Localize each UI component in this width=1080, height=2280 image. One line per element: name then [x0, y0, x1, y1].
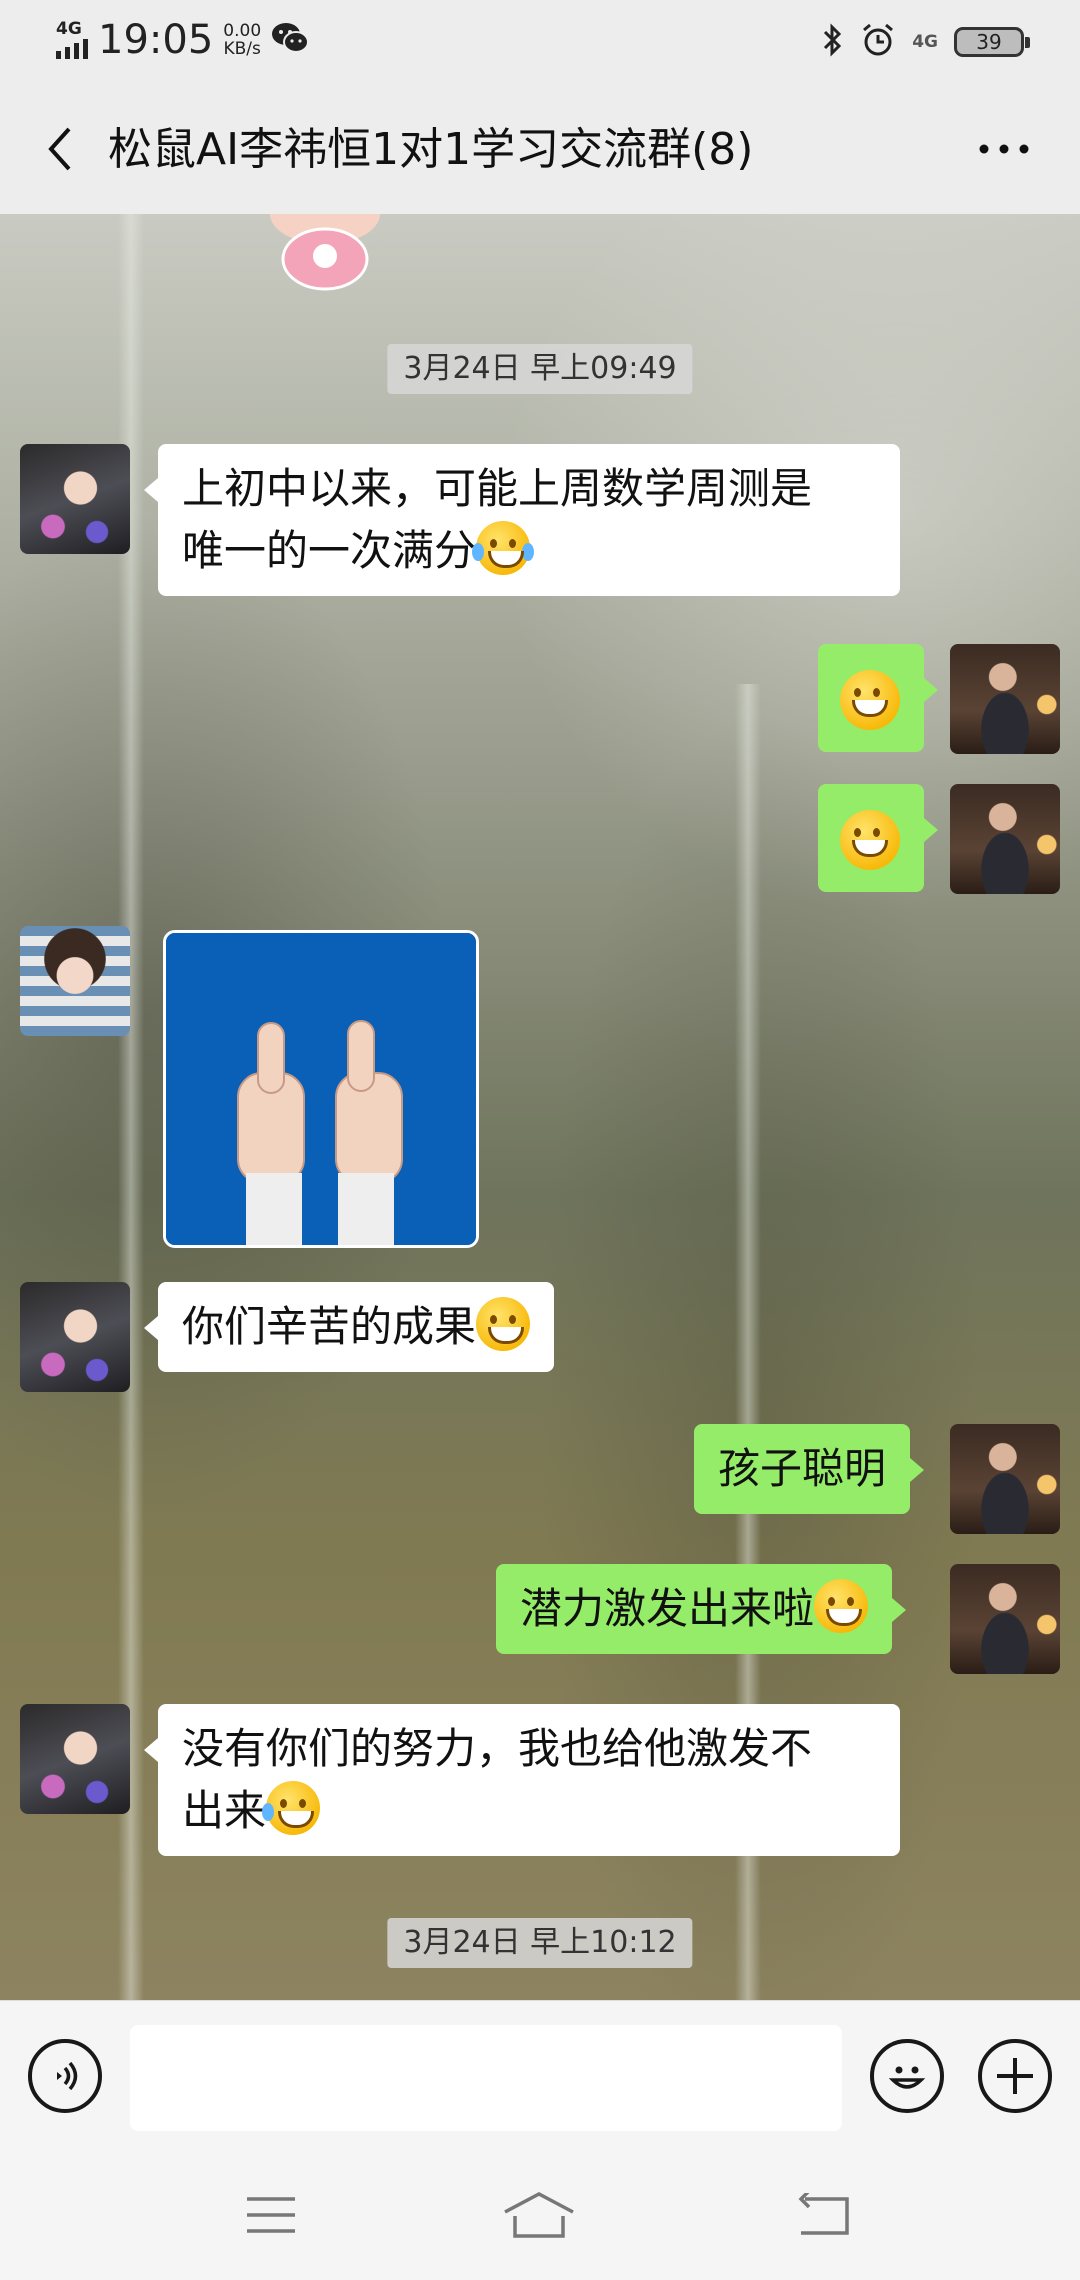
message-text: 上初中以来，可能上周数学周测是: [182, 464, 813, 513]
message-text: 没有你们的努力，我也给他激发不: [182, 1724, 813, 1773]
message-bubble[interactable]: 潜力激发出来啦: [496, 1564, 907, 1654]
signal-icon: 4G: [56, 21, 88, 59]
bluetooth-icon: [822, 23, 844, 61]
home-button[interactable]: [494, 2180, 584, 2250]
timestamp: 3月24日 早上09:49: [387, 344, 693, 394]
battery-level: 39: [976, 30, 1002, 54]
home-icon: [504, 2192, 574, 2238]
alarm-icon: [860, 22, 896, 62]
mobile-data-icon: 4G: [912, 32, 938, 52]
back-button[interactable]: [30, 119, 90, 179]
more-button[interactable]: [964, 119, 1044, 179]
message-input[interactable]: [130, 2025, 842, 2131]
grinning-face-emoji: [814, 1579, 869, 1633]
menu-button[interactable]: [226, 2180, 316, 2250]
laughing-tears-emoji: [472, 521, 535, 575]
back-nav-button[interactable]: [778, 2180, 868, 2250]
message-text: 潜力激发出来啦: [520, 1584, 815, 1633]
timestamp: 3月24日 早上10:12: [387, 1918, 693, 1968]
battery-icon: 39: [954, 27, 1030, 57]
chat-area[interactable]: 3月24日 早上09:49 上初中以来，可能上周数学周测是 唯一的一次满分 你们…: [0, 214, 1080, 2000]
network-type: 4G: [56, 19, 82, 39]
system-nav-bar: [0, 2150, 1080, 2280]
message-bubble[interactable]: 没有你们的努力，我也给他激发不 出来: [144, 1704, 900, 1856]
grin-emoji: [476, 1297, 531, 1351]
cartoon-sticker-partial: [270, 214, 380, 291]
thumbs-up-icon: [166, 933, 476, 1245]
message-text: 你们辛苦的成果: [182, 1302, 477, 1351]
input-bar: [0, 2000, 1080, 2150]
avatar[interactable]: [950, 784, 1060, 894]
back-icon: [798, 2193, 849, 2235]
plus-icon: [997, 2058, 1033, 2094]
avatar[interactable]: [20, 926, 130, 1036]
speed-value: 0.00: [223, 21, 262, 41]
chevron-left-icon: [48, 127, 71, 171]
wechat-icon: [271, 21, 310, 59]
message-bubble[interactable]: 孩子聪明: [694, 1424, 925, 1514]
emoji-icon: [888, 2066, 926, 2089]
status-time: 19:05: [98, 17, 214, 63]
grinning-face-emoji: [840, 809, 900, 870]
chat-title: 松鼠AI李祎恒1对1学习交流群(8): [108, 124, 754, 175]
avatar[interactable]: [20, 444, 130, 554]
add-button[interactable]: [978, 2039, 1052, 2113]
avatar[interactable]: [950, 1424, 1060, 1534]
message-text-line2: 出来: [182, 1780, 876, 1842]
emoji-button[interactable]: [870, 2039, 944, 2113]
avatar[interactable]: [20, 1282, 130, 1392]
message-text-line2: 唯一的一次满分: [182, 520, 876, 582]
voice-button[interactable]: [28, 2039, 102, 2113]
avatar[interactable]: [20, 1704, 130, 1814]
crying-laughing-emoji: [262, 1781, 321, 1835]
message-bubble[interactable]: 你们辛苦的成果: [143, 1282, 555, 1372]
status-right: 4G 39: [822, 22, 1030, 62]
voice-icon: [57, 2061, 78, 2091]
menu-icon: [247, 2197, 295, 2233]
avatar[interactable]: [950, 1564, 1060, 1674]
message-text: 孩子聪明: [718, 1444, 887, 1493]
more-dots-icon: [979, 144, 1029, 154]
network-speed: 0.00 KB/s: [223, 22, 261, 58]
status-left: 4G 19:05 0.00 KB/s: [56, 17, 310, 63]
message-bubble[interactable]: 上初中以来，可能上周数学周测是 唯一的一次满分: [144, 444, 900, 596]
message-bubble[interactable]: [818, 784, 938, 892]
status-bar: 4G 19:05 0.00 KB/s 4G 39: [0, 0, 1080, 84]
thumbs-up-sticker[interactable]: [163, 930, 479, 1248]
chat-header: 松鼠AI李祎恒1对1学习交流群(8): [0, 84, 1080, 214]
shy-face-emoji: [840, 669, 900, 730]
message-bubble[interactable]: [818, 644, 938, 752]
speed-unit: KB/s: [223, 39, 261, 59]
avatar[interactable]: [950, 644, 1060, 754]
